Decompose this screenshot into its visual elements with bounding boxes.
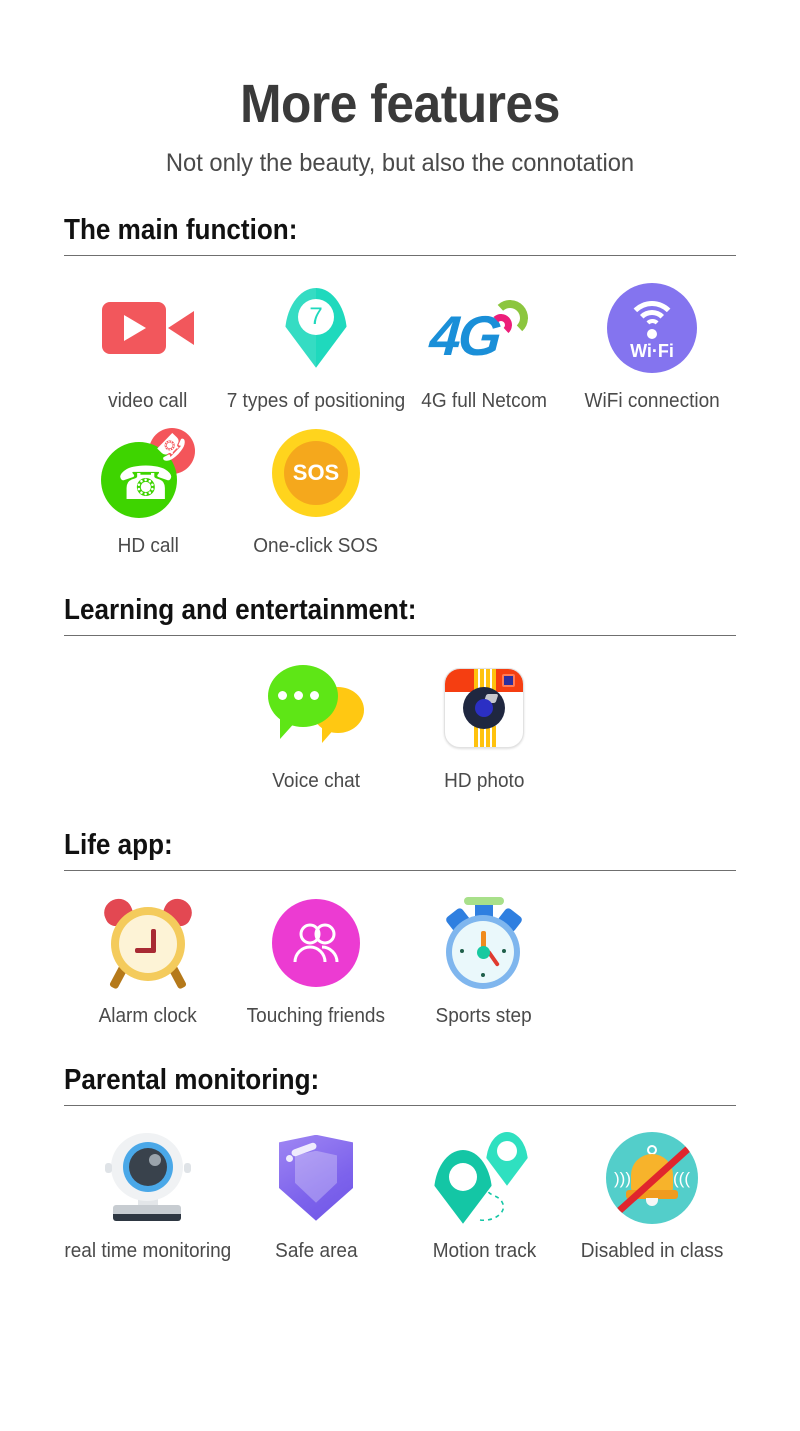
feature-item-sports-step[interactable]: Sports step	[400, 891, 568, 1028]
section-life-app: Life app: Alarm clock Touching friends S…	[0, 829, 800, 1028]
stopwatch-icon	[429, 891, 539, 995]
feature-item-safe-area[interactable]: Safe area	[232, 1126, 400, 1263]
feature-item-positioning[interactable]: 7 7 types of positioning	[227, 276, 405, 413]
alarm-clock-icon	[93, 891, 203, 995]
feature-label: video call	[108, 389, 188, 412]
feature-label: real time monitoring	[64, 1239, 232, 1262]
section-parental-monitoring: Parental monitoring: real time monitorin…	[0, 1064, 800, 1263]
sos-button-icon: SOS	[261, 421, 371, 525]
wifi-circle-icon: Wi·Fi	[597, 276, 707, 380]
feature-item-disabled-in-class[interactable]: ))) ((( Disabled in class	[568, 1126, 736, 1263]
feature-row: video call 7 7 types of positioning 4G 4…	[64, 276, 736, 413]
bell-disabled-icon: ))) (((	[597, 1126, 707, 1230]
sos-text: SOS	[284, 440, 348, 505]
motion-track-icon	[429, 1126, 539, 1230]
section-divider	[64, 634, 736, 636]
4g-signal-icon: 4G	[427, 276, 539, 380]
feature-label: Voice chat	[272, 769, 360, 792]
feature-label: WiFi connection	[584, 389, 720, 412]
feature-item-wifi[interactable]: Wi·Fi WiFi connection	[568, 276, 736, 413]
page-title: More features	[240, 74, 560, 134]
pin-badge-number: 7	[298, 298, 334, 335]
feature-label: 4G full Netcom	[421, 389, 547, 412]
feature-label: Motion track	[432, 1239, 536, 1262]
signal-arc-outer-icon	[491, 299, 529, 337]
wifi-text: Wi·Fi	[630, 340, 674, 361]
feature-item-alarm-clock[interactable]: Alarm clock	[64, 891, 232, 1028]
phone-call-icon: ☎ ☎	[93, 421, 203, 525]
feature-item-hd-call[interactable]: ☎ ☎ HD call	[64, 421, 232, 558]
section-learning-entertainment: Learning and entertainment: Voice chat H…	[0, 594, 800, 793]
feature-item-hd-photo[interactable]: HD photo	[400, 656, 568, 793]
feature-label: HD call	[117, 534, 179, 557]
feature-item-friends[interactable]: Touching friends	[232, 891, 400, 1028]
feature-item-video-call[interactable]: video call	[64, 276, 232, 413]
feature-item-voice-chat[interactable]: Voice chat	[232, 656, 400, 793]
section-heading: The main function:	[64, 213, 298, 246]
section-main-function: The main function: video call 7 7 types …	[0, 214, 800, 558]
feature-label: 7 types of positioning	[226, 389, 406, 412]
feature-label: HD photo	[443, 769, 525, 792]
shield-icon	[261, 1126, 371, 1230]
section-heading: Learning and entertainment:	[64, 593, 417, 626]
feature-item-real-time-monitoring[interactable]: real time monitoring	[64, 1126, 232, 1263]
feature-row: Voice chat HD photo	[64, 656, 736, 793]
feature-item-4g[interactable]: 4G 4G full Netcom	[400, 276, 568, 413]
section-heading: Parental monitoring:	[64, 1063, 320, 1096]
friends-icon	[261, 891, 371, 995]
speech-bubble-icon	[261, 656, 371, 760]
section-divider	[64, 869, 736, 871]
video-camera-icon	[93, 276, 203, 380]
section-divider	[64, 254, 736, 256]
feature-label: Sports step	[435, 1004, 533, 1027]
feature-label: Alarm clock	[98, 1004, 198, 1027]
section-heading: Life app:	[64, 828, 173, 861]
feature-item-motion-track[interactable]: Motion track	[400, 1126, 568, 1263]
webcam-icon	[93, 1126, 203, 1230]
feature-infographic-page: More features Not only the beauty, but a…	[0, 0, 800, 1431]
location-pin-7-icon: 7	[261, 276, 371, 380]
feature-row: ☎ ☎ HD call SOS One-click SOS	[64, 421, 736, 558]
hero-header: More features Not only the beauty, but a…	[0, 0, 800, 178]
feature-label: One-click SOS	[253, 534, 379, 557]
feature-label: Disabled in class	[580, 1239, 724, 1262]
section-divider	[64, 1104, 736, 1106]
page-subtitle: Not only the beauty, but also the connot…	[165, 148, 635, 177]
4g-text: 4G	[427, 303, 501, 367]
feature-item-sos[interactable]: SOS One-click SOS	[232, 421, 400, 558]
camera-icon	[429, 656, 539, 760]
feature-label: Safe area	[274, 1239, 358, 1262]
feature-row: Alarm clock Touching friends Sports step	[64, 891, 736, 1028]
feature-label: Touching friends	[246, 1004, 386, 1027]
feature-row: real time monitoring Safe area Motion tr…	[64, 1126, 736, 1263]
